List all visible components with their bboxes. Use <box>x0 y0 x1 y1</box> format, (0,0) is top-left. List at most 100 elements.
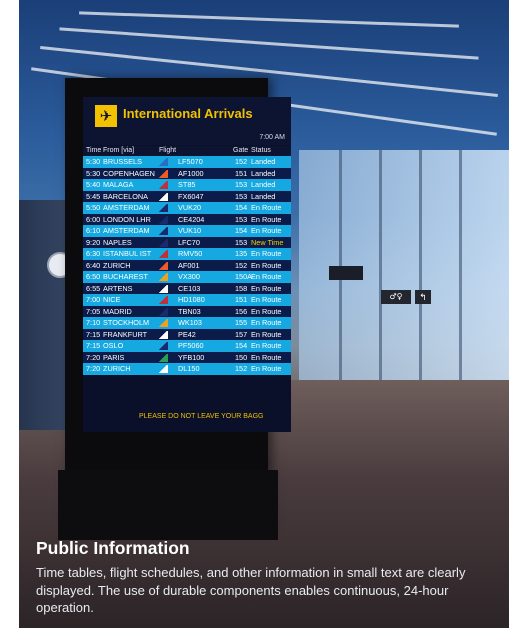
flight-number: VX300 <box>178 272 200 281</box>
flight-origin: AMSTERDAM <box>103 203 150 212</box>
flight-row: 5:30 BRUSSELS LF5070 152 Landed <box>83 156 291 168</box>
flight-status: New Time <box>251 237 284 247</box>
flight-time: 6:50 <box>86 272 101 281</box>
flight-time: 5:30 <box>86 157 101 166</box>
flight-origin: AMSTERDAM <box>103 226 150 235</box>
flight-time: 5:45 <box>86 191 101 201</box>
flight-number: ST85 <box>178 180 196 189</box>
flight-number: PE42 <box>178 329 196 339</box>
flight-number: VUK10 <box>178 226 202 235</box>
flight-time: 6:10 <box>86 226 101 235</box>
footer-message: PLEASE DO NOT LEAVE YOUR BAGG <box>139 413 264 420</box>
flight-gate: 154 <box>235 341 248 350</box>
column-status: Status <box>251 147 271 154</box>
airline-logo-icon <box>159 169 168 178</box>
flight-status: En Route <box>251 272 282 281</box>
flight-row: 7:10 STOCKHOLM WK103 155 En Route <box>83 317 291 329</box>
flight-origin: BARCELONA <box>103 191 149 201</box>
flight-number: DL150 <box>178 364 200 373</box>
window-mullion <box>459 150 462 380</box>
flight-status: En Route <box>251 214 282 224</box>
airline-logo-icon <box>159 181 168 189</box>
flight-row: 6:10 AMSTERDAM VUK10 154 En Route <box>83 225 291 237</box>
column-headers: Time From [via] Flight Gate Status <box>83 146 291 156</box>
flight-origin: BUCHAREST <box>103 272 149 281</box>
flight-row: 5:50 AMSTERDAM VUK20 154 En Route <box>83 202 291 214</box>
flight-origin: MALAGA <box>103 180 134 189</box>
caption-title: Public Information <box>36 538 190 558</box>
flight-gate: 151 <box>235 295 248 304</box>
flight-gate: 151 <box>235 168 248 178</box>
flight-number: AF001 <box>178 260 200 270</box>
flight-row: 7:15 FRANKFURT PE42 157 En Route <box>83 328 291 340</box>
page: ♂♀ ↰ ✈ International Arrivals 7:00 AM Ti… <box>0 0 509 628</box>
flight-gate: 158 <box>235 283 248 293</box>
flight-status: En Route <box>251 352 282 362</box>
glass-wall <box>299 150 509 380</box>
flight-row: 5:40 MALAGA ST85 153 Landed <box>83 179 291 191</box>
arrivals-screen: ✈ International Arrivals 7:00 AM Time Fr… <box>83 97 291 432</box>
window-mullion <box>419 150 422 380</box>
flight-gate: 152 <box>235 260 248 270</box>
flight-gate: 152 <box>235 364 248 373</box>
airline-logo-icon <box>159 296 168 304</box>
flight-number: TBN03 <box>178 306 201 316</box>
flight-status: En Route <box>251 260 282 270</box>
flight-row: 7:05 MADRID TBN03 156 En Route <box>83 305 291 317</box>
flight-gate: 152 <box>235 157 248 166</box>
flight-time: 7:10 <box>86 318 101 327</box>
flight-origin: ARTENS <box>103 283 133 293</box>
flight-gate: 155 <box>235 318 248 327</box>
flight-status: En Route <box>251 249 282 258</box>
flight-gate: 150 <box>235 352 248 362</box>
flight-status: En Route <box>251 295 282 304</box>
airline-logo-icon <box>159 342 168 350</box>
flight-status: Landed <box>251 191 276 201</box>
caption-text: Time tables, flight schedules, and other… <box>36 565 466 615</box>
flight-time: 5:50 <box>86 203 101 212</box>
flight-row: 7:15 OSLO PF5060 154 En Route <box>83 340 291 352</box>
kiosk-base <box>58 470 278 540</box>
flight-number: FX6047 <box>178 191 204 201</box>
flight-row: 6:40 ZURICH AF001 152 En Route <box>83 259 291 271</box>
flight-gate: 153 <box>235 237 248 247</box>
flight-row: 7:20 ZURICH DL150 152 En Route <box>83 363 291 375</box>
flight-status: En Route <box>251 364 282 373</box>
flight-number: VUK20 <box>178 203 202 212</box>
flight-gate: 157 <box>235 329 248 339</box>
flight-time: 6:30 <box>86 249 101 258</box>
airline-logo-icon <box>159 215 168 224</box>
flight-origin: BRUSSELS <box>103 157 142 166</box>
board-clock: 7:00 AM <box>259 134 285 141</box>
flight-status: En Route <box>251 203 282 212</box>
flight-time: 7:20 <box>86 352 101 362</box>
airline-logo-icon <box>159 330 168 339</box>
board-title: International Arrivals <box>123 106 253 121</box>
flight-row: 6:55 ARTENS CE103 158 En Route <box>83 282 291 294</box>
column-flight: Flight <box>159 147 177 154</box>
flight-number: CE4204 <box>178 214 205 224</box>
flight-origin: OSLO <box>103 341 124 350</box>
flight-time: 5:30 <box>86 168 101 178</box>
column-time: Time <box>86 147 102 154</box>
flight-time: 6:40 <box>86 260 101 270</box>
flight-origin: ZURICH <box>103 364 131 373</box>
flight-status: En Route <box>251 306 282 316</box>
flight-origin: FRANKFURT <box>103 329 148 339</box>
airline-logo-icon <box>159 307 168 316</box>
flight-origin: NICE <box>103 295 121 304</box>
flight-row: 7:00 NICE HD1080 151 En Route <box>83 294 291 306</box>
flight-status: En Route <box>251 341 282 350</box>
window-mullion <box>379 150 382 380</box>
flight-status: Landed <box>251 157 276 166</box>
airline-logo-icon <box>159 250 168 258</box>
airline-logo-icon <box>159 284 168 293</box>
flight-origin: MADRID <box>103 306 132 316</box>
board-header: ✈ International Arrivals 7:00 AM <box>83 97 291 145</box>
column-from: From [via] <box>103 147 135 154</box>
flight-number: WK103 <box>178 318 202 327</box>
flight-origin: ZURICH <box>103 260 131 270</box>
exit-sign-icon: ↰ <box>415 290 431 304</box>
flight-status: En Route <box>251 283 282 293</box>
flight-row: 9:20 NAPLES LFC70 153 New Time <box>83 236 291 248</box>
